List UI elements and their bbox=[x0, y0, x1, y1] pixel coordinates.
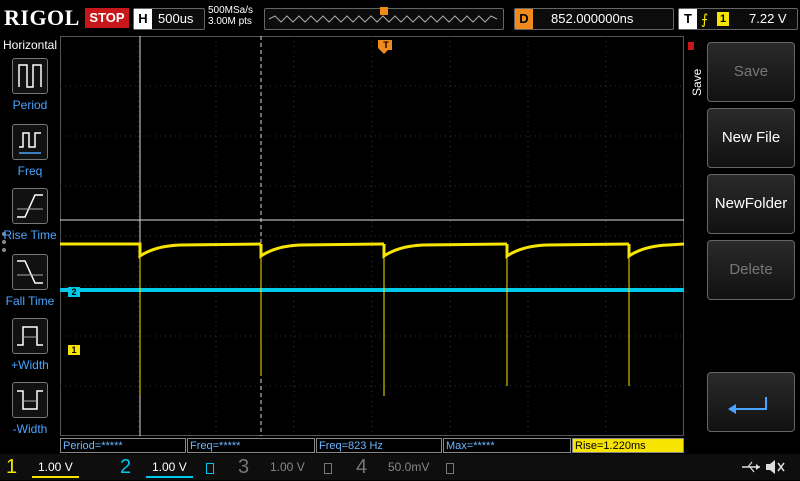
menu-item-period[interactable]: Period bbox=[0, 58, 60, 122]
rising-edge-icon: ⨍ bbox=[701, 11, 709, 27]
channel-3-tab[interactable]: 3 1.00 V bbox=[232, 454, 340, 480]
channel-3-number: 3 bbox=[238, 456, 250, 478]
usb-icon bbox=[740, 458, 762, 476]
graticule bbox=[60, 36, 685, 436]
channel-2-tab[interactable]: 2 1.00 V bbox=[114, 454, 222, 480]
trigger-label: T bbox=[679, 9, 697, 29]
menu-label-negative-width: -Width bbox=[12, 422, 48, 436]
menu-label-fall-time: Fall Time bbox=[5, 294, 55, 308]
menu-label-freq: Freq bbox=[17, 164, 43, 178]
new-folder-button[interactable]: NewFolder bbox=[707, 174, 795, 234]
delete-button[interactable]: Delete bbox=[707, 240, 795, 300]
speaker-muted-icon[interactable] bbox=[764, 458, 786, 476]
ch2-trace bbox=[60, 288, 684, 292]
return-arrow-icon bbox=[728, 397, 767, 414]
negative-width-icon bbox=[12, 382, 48, 418]
menu-item-positive-width[interactable]: +Width bbox=[0, 318, 60, 382]
left-menu-title: Horizontal bbox=[2, 38, 58, 52]
channel-2-scale: 1.00 V bbox=[146, 458, 193, 478]
delay-label: D bbox=[515, 9, 533, 29]
measurement-rise[interactable]: Rise=1.220ms bbox=[572, 438, 684, 453]
trigger-source: 1 bbox=[717, 12, 729, 26]
measurement-max[interactable]: Max=***** bbox=[443, 438, 571, 453]
rise-time-icon bbox=[12, 188, 48, 224]
menu-item-rise-time[interactable]: Rise Time bbox=[0, 188, 60, 252]
fall-time-icon bbox=[12, 254, 48, 290]
right-menu-title: Save bbox=[690, 68, 704, 96]
channel-3-scale: 1.00 V bbox=[270, 460, 305, 474]
positive-width-icon bbox=[12, 318, 48, 354]
timebase-box[interactable]: H 500us bbox=[133, 8, 205, 30]
channel-4-tab[interactable]: 4 50.0mV bbox=[350, 454, 458, 480]
sample-rate: 500MSa/s bbox=[208, 5, 254, 16]
measurement-freq-a[interactable]: Freq=***** bbox=[187, 438, 315, 453]
run-stop-indicator[interactable]: STOP bbox=[85, 8, 129, 28]
memory-depth: 3.00M pts bbox=[208, 16, 252, 27]
measurement-period[interactable]: Period=***** bbox=[60, 438, 186, 453]
ch1-offset-marker[interactable]: 1 bbox=[68, 345, 80, 355]
menu-label-rise-time: Rise Time bbox=[3, 228, 57, 242]
channel-1-scale: 1.00 V bbox=[32, 458, 79, 478]
horizontal-label: H bbox=[134, 9, 152, 29]
channel-2-impedance-icon bbox=[206, 463, 214, 474]
menu-item-negative-width[interactable]: -Width bbox=[0, 382, 60, 446]
menu-item-fall-time[interactable]: Fall Time bbox=[0, 254, 60, 318]
timebase-value: 500us bbox=[158, 11, 194, 26]
channel-4-scale: 50.0mV bbox=[388, 460, 430, 474]
trigger-box[interactable]: T ⨍ 1 7.22 V bbox=[678, 8, 798, 30]
delay-value: 852.000000ns bbox=[551, 11, 634, 26]
menu-label-period: Period bbox=[12, 98, 48, 112]
new-file-button[interactable]: New File bbox=[707, 108, 795, 168]
waveform-display[interactable] bbox=[60, 36, 685, 436]
menu-item-freq[interactable]: Freq bbox=[0, 124, 60, 188]
trigger-position-marker[interactable]: T bbox=[380, 40, 392, 50]
ch2-offset-marker[interactable]: 2 bbox=[68, 287, 80, 297]
memory-trigger-marker bbox=[380, 7, 388, 15]
channel-3-impedance-icon bbox=[324, 463, 332, 474]
return-button[interactable] bbox=[707, 372, 795, 432]
sample-info: 500MSa/s 3.00M pts bbox=[208, 5, 253, 27]
rigol-logo: RIGOL bbox=[4, 5, 80, 30]
trigger-level: 7.22 V bbox=[749, 11, 787, 26]
measurement-freq-b[interactable]: Freq=823 Hz bbox=[316, 438, 442, 453]
channel-4-number: 4 bbox=[356, 456, 368, 478]
delay-box[interactable]: D 852.000000ns bbox=[514, 8, 674, 30]
channel-4-impedance-icon bbox=[446, 463, 454, 474]
horizontal-measure-menu: Horizontal Period Freq Rise Time Fall Ti… bbox=[0, 36, 60, 436]
period-icon bbox=[12, 58, 48, 94]
channel-1-tab[interactable]: 1 1.00 V bbox=[0, 454, 108, 480]
menu-label-positive-width: +Width bbox=[11, 358, 49, 372]
channel-1-number: 1 bbox=[6, 456, 18, 478]
freq-icon bbox=[12, 124, 48, 160]
channel-2-number: 2 bbox=[120, 456, 132, 478]
save-button[interactable]: Save bbox=[707, 42, 795, 102]
